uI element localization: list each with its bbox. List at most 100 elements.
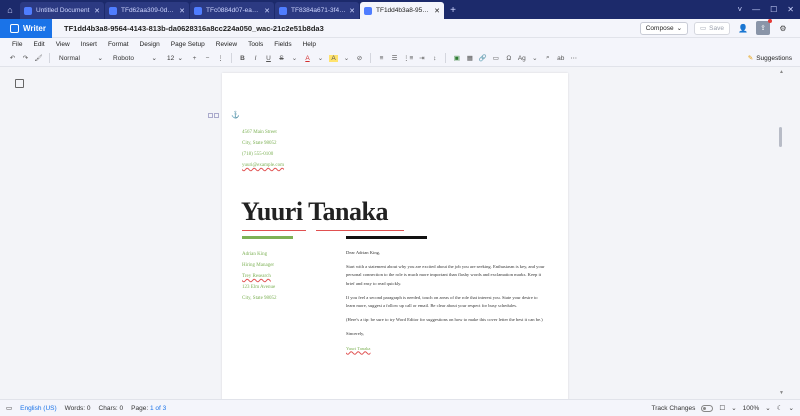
numbered-list-icon[interactable]: ⋮≡: [403, 54, 413, 62]
align-left-icon[interactable]: ≡: [377, 55, 386, 62]
page-indicator[interactable]: Page: 1 of 3: [131, 405, 166, 412]
link-icon[interactable]: 🔗: [478, 54, 487, 62]
menu-fields[interactable]: Fields: [274, 41, 291, 48]
applicant-name[interactable]: Yuuri Tanaka: [241, 197, 388, 227]
redo-icon[interactable]: ↷: [21, 54, 30, 62]
menu-view[interactable]: View: [56, 41, 70, 48]
letter-body[interactable]: Dear Adrian King, Start with a statement…: [346, 249, 546, 359]
font-size-dropdown[interactable]: 12 ⌄: [164, 54, 186, 63]
text-case-icon[interactable]: Ag: [517, 55, 526, 62]
table-icon[interactable]: ▦: [465, 54, 474, 62]
doc-favicon-icon: [194, 6, 202, 15]
spellcheck-icon[interactable]: ab: [556, 55, 565, 62]
menu-tools[interactable]: Tools: [248, 41, 263, 48]
language-selector[interactable]: English (US): [20, 405, 56, 412]
underline-icon[interactable]: U: [264, 55, 273, 62]
document-title[interactable]: TF1dd4b3a8-9564-4143-813b-da0628316a8cc2…: [64, 24, 324, 33]
font-color-icon[interactable]: A: [303, 55, 312, 62]
scroll-down-icon[interactable]: ▼: [779, 390, 784, 396]
indent-icon[interactable]: ⇥: [417, 54, 426, 62]
scroll-up-icon[interactable]: ▲: [779, 69, 784, 75]
char-count: Chars: 0: [99, 405, 124, 412]
address-line: City, State 98052: [242, 141, 277, 146]
symbol-icon[interactable]: Ω: [504, 55, 513, 62]
style-dropdown[interactable]: Normal ⌄: [56, 54, 106, 63]
close-icon[interactable]: ✕: [94, 7, 100, 15]
highlight-icon[interactable]: A: [329, 54, 338, 62]
increase-size-icon[interactable]: +: [190, 55, 199, 62]
compose-dropdown[interactable]: Compose ⌄: [639, 21, 689, 35]
strikethrough-icon[interactable]: S: [277, 55, 286, 62]
close-icon[interactable]: ✕: [349, 7, 355, 15]
close-icon[interactable]: ✕: [179, 7, 185, 15]
app-header: Writer TF1dd4b3a8-9564-4143-813b-da06283…: [0, 18, 800, 38]
track-changes-toggle[interactable]: [701, 404, 714, 412]
margin-control[interactable]: [208, 113, 219, 118]
browser-tab[interactable]: TFd62aa309-0d6a-4...✕: [105, 2, 189, 19]
browser-tab[interactable]: TF8384a671-3f4b-47...✕: [275, 2, 359, 19]
zoom-level[interactable]: 100%: [743, 405, 760, 412]
recipient-block[interactable]: Adrian King Hiring Manager Trey Research…: [242, 249, 277, 304]
chevron-down-icon: ⌄: [151, 55, 157, 62]
undo-icon[interactable]: ↶: [8, 54, 17, 62]
save-button[interactable]: ▭ Save: [694, 21, 730, 35]
chevron-down-icon[interactable]: ⌄: [342, 54, 351, 62]
image-icon[interactable]: ▣: [452, 54, 461, 62]
maximize-icon[interactable]: ☐: [770, 5, 777, 14]
browser-tab-active[interactable]: TF1dd4b3a8-9564-41...✕: [360, 2, 444, 19]
share-icon[interactable]: ⇪: [756, 19, 772, 35]
brand-name: Writer: [23, 23, 46, 33]
chars-value: 0: [119, 404, 124, 412]
accent-bar-black: [346, 236, 427, 239]
minimize-icon[interactable]: —: [752, 5, 760, 14]
navigation-pane-icon[interactable]: [15, 79, 24, 88]
chevron-down-icon[interactable]: ⌄: [789, 404, 794, 412]
bold-icon[interactable]: B: [238, 55, 247, 62]
decrease-size-icon[interactable]: −: [203, 55, 212, 62]
view-mode-icon[interactable]: ☐: [719, 404, 725, 412]
menu-edit[interactable]: Edit: [33, 41, 44, 48]
app-brand[interactable]: Writer: [0, 18, 52, 38]
tab-label: TF1dd4b3a8-9564-41...: [376, 7, 431, 14]
tab-label: TFc0884d07-ea26-4b...: [206, 7, 262, 14]
layout-icon[interactable]: ▭: [6, 404, 12, 412]
suggestions-button[interactable]: ✎ Suggestions: [748, 54, 792, 63]
find-icon[interactable]: ⌕: [543, 54, 552, 62]
browser-tab[interactable]: TFc0884d07-ea26-4b...✕: [190, 2, 274, 19]
document-page[interactable]: ⚓ 4567 Main Street City, State 98052 (71…: [208, 73, 568, 403]
menu-help[interactable]: Help: [303, 41, 316, 48]
chevron-down-icon[interactable]: ⌄: [765, 404, 770, 412]
comment-icon[interactable]: ▭: [491, 54, 500, 62]
chevron-down-icon[interactable]: ⌄: [316, 54, 325, 62]
chevron-down-icon[interactable]: ⌄: [290, 54, 299, 62]
menu-format[interactable]: Format: [108, 41, 129, 48]
sender-address[interactable]: 4567 Main Street City, State 98052 (718)…: [242, 127, 284, 171]
new-tab-button[interactable]: +: [445, 2, 461, 19]
more-options-icon[interactable]: ⋯: [569, 54, 578, 62]
tab-list-icon[interactable]: ˅: [737, 5, 742, 14]
settings-gear-icon[interactable]: ⚙: [776, 21, 790, 35]
menu-review[interactable]: Review: [216, 41, 237, 48]
font-options-icon[interactable]: ⋮: [216, 54, 225, 62]
menu-insert[interactable]: Insert: [81, 41, 97, 48]
line-spacing-icon[interactable]: ↕: [430, 55, 439, 62]
chevron-down-icon[interactable]: ⌄: [530, 54, 539, 62]
browser-tab[interactable]: Untitled Document ✕: [20, 2, 104, 19]
bullet-list-icon[interactable]: ☰: [390, 54, 399, 62]
theme-icon[interactable]: ☾: [777, 404, 783, 412]
spelling-underline: [316, 230, 404, 231]
close-icon[interactable]: ✕: [264, 7, 270, 15]
italic-icon[interactable]: I: [251, 55, 260, 62]
close-icon[interactable]: ✕: [434, 7, 440, 15]
collaborators-icon[interactable]: 👤: [736, 21, 750, 35]
vertical-scrollbar[interactable]: [779, 127, 782, 147]
menu-file[interactable]: File: [12, 41, 22, 48]
format-painter-icon[interactable]: 🖌: [34, 54, 43, 62]
clear-format-icon[interactable]: ⊘: [355, 54, 364, 62]
menu-page-setup[interactable]: Page Setup: [171, 41, 205, 48]
chevron-down-icon[interactable]: ⌄: [731, 404, 736, 412]
close-window-icon[interactable]: ✕: [787, 5, 794, 14]
font-dropdown[interactable]: Roboto ⌄: [110, 54, 160, 63]
menu-design[interactable]: Design: [140, 41, 160, 48]
home-icon[interactable]: ⌂: [0, 0, 20, 19]
